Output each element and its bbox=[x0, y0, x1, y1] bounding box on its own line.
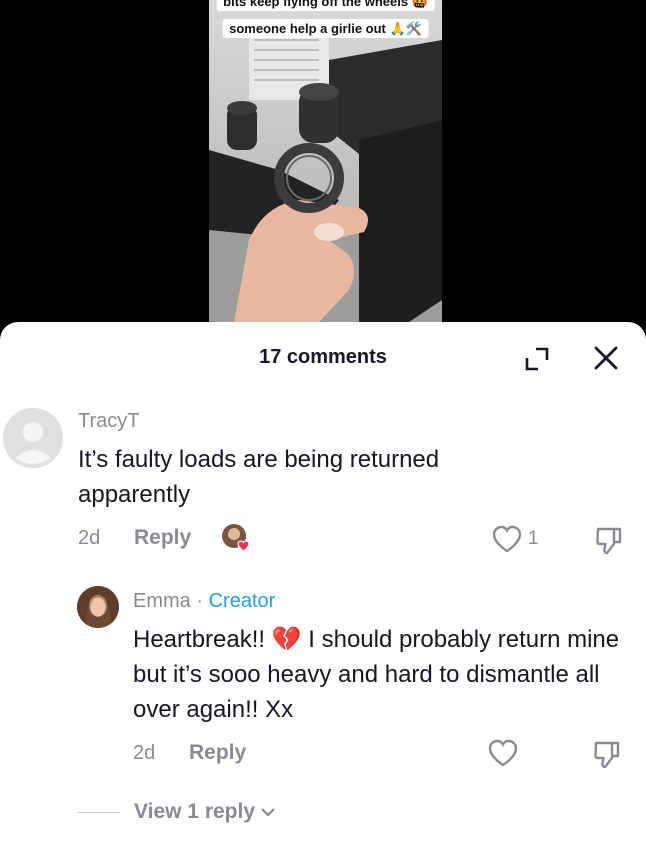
dislike-icon bbox=[596, 527, 622, 555]
comment-text: It’s faulty loads are being returned app… bbox=[78, 446, 440, 508]
video-frame[interactable]: bits keep flying off the wheels 🤬 someon… bbox=[209, 0, 442, 322]
chevron-down-icon bbox=[261, 808, 275, 817]
reply-timestamp: 2d bbox=[133, 742, 156, 764]
reply-like-button[interactable] bbox=[487, 738, 519, 773]
avatar[interactable] bbox=[3, 408, 63, 468]
reply-dislike-button[interactable] bbox=[592, 738, 622, 775]
creator-avatar[interactable] bbox=[77, 586, 119, 628]
view-replies-button[interactable]: View 1 reply bbox=[78, 798, 276, 826]
comment-username[interactable]: TracyT bbox=[78, 410, 139, 433]
view-replies-label: View 1 reply bbox=[134, 800, 256, 823]
video-caption-line-1: bits keep flying off the wheels 🤬 bbox=[216, 0, 435, 11]
video-player[interactable]: bits keep flying off the wheels 🤬 someon… bbox=[0, 0, 646, 340]
like-count: 1 bbox=[528, 528, 539, 549]
reply-separator: · bbox=[196, 590, 204, 612]
creator-liked-heart-icon bbox=[222, 524, 250, 552]
reply-reply-button[interactable]: Reply bbox=[189, 741, 246, 765]
reply-username[interactable]: Emma bbox=[133, 590, 191, 612]
creator-badge: Creator bbox=[208, 590, 276, 612]
reply-button[interactable]: Reply bbox=[134, 526, 191, 550]
comments-sheet: 17 comments TracyT It’s faulty loads are… bbox=[0, 322, 646, 850]
creator-avatar-image bbox=[77, 586, 119, 628]
expand-button[interactable] bbox=[522, 344, 552, 374]
reply-text: Heartbreak!! 💔 I should probably return … bbox=[133, 626, 620, 723]
video-caption-line-2: someone help a girlie out 🙏🛠️ bbox=[222, 19, 429, 38]
view-replies-divider bbox=[78, 811, 120, 813]
expand-icon bbox=[525, 347, 549, 371]
dislike-button[interactable] bbox=[594, 524, 624, 561]
close-icon bbox=[594, 346, 618, 370]
creator-liked-badge bbox=[221, 523, 250, 552]
close-button[interactable] bbox=[590, 342, 622, 374]
dislike-icon bbox=[594, 741, 620, 769]
heart-outline-icon bbox=[488, 739, 518, 767]
video-still-image bbox=[209, 30, 442, 322]
reply-author[interactable]: Emma · Creator bbox=[133, 590, 275, 613]
comments-header: 17 comments bbox=[0, 322, 646, 388]
like-button[interactable] bbox=[491, 524, 523, 559]
heart-outline-icon bbox=[492, 525, 522, 553]
default-avatar-icon bbox=[3, 408, 63, 468]
comment-timestamp: 2d bbox=[78, 527, 101, 549]
